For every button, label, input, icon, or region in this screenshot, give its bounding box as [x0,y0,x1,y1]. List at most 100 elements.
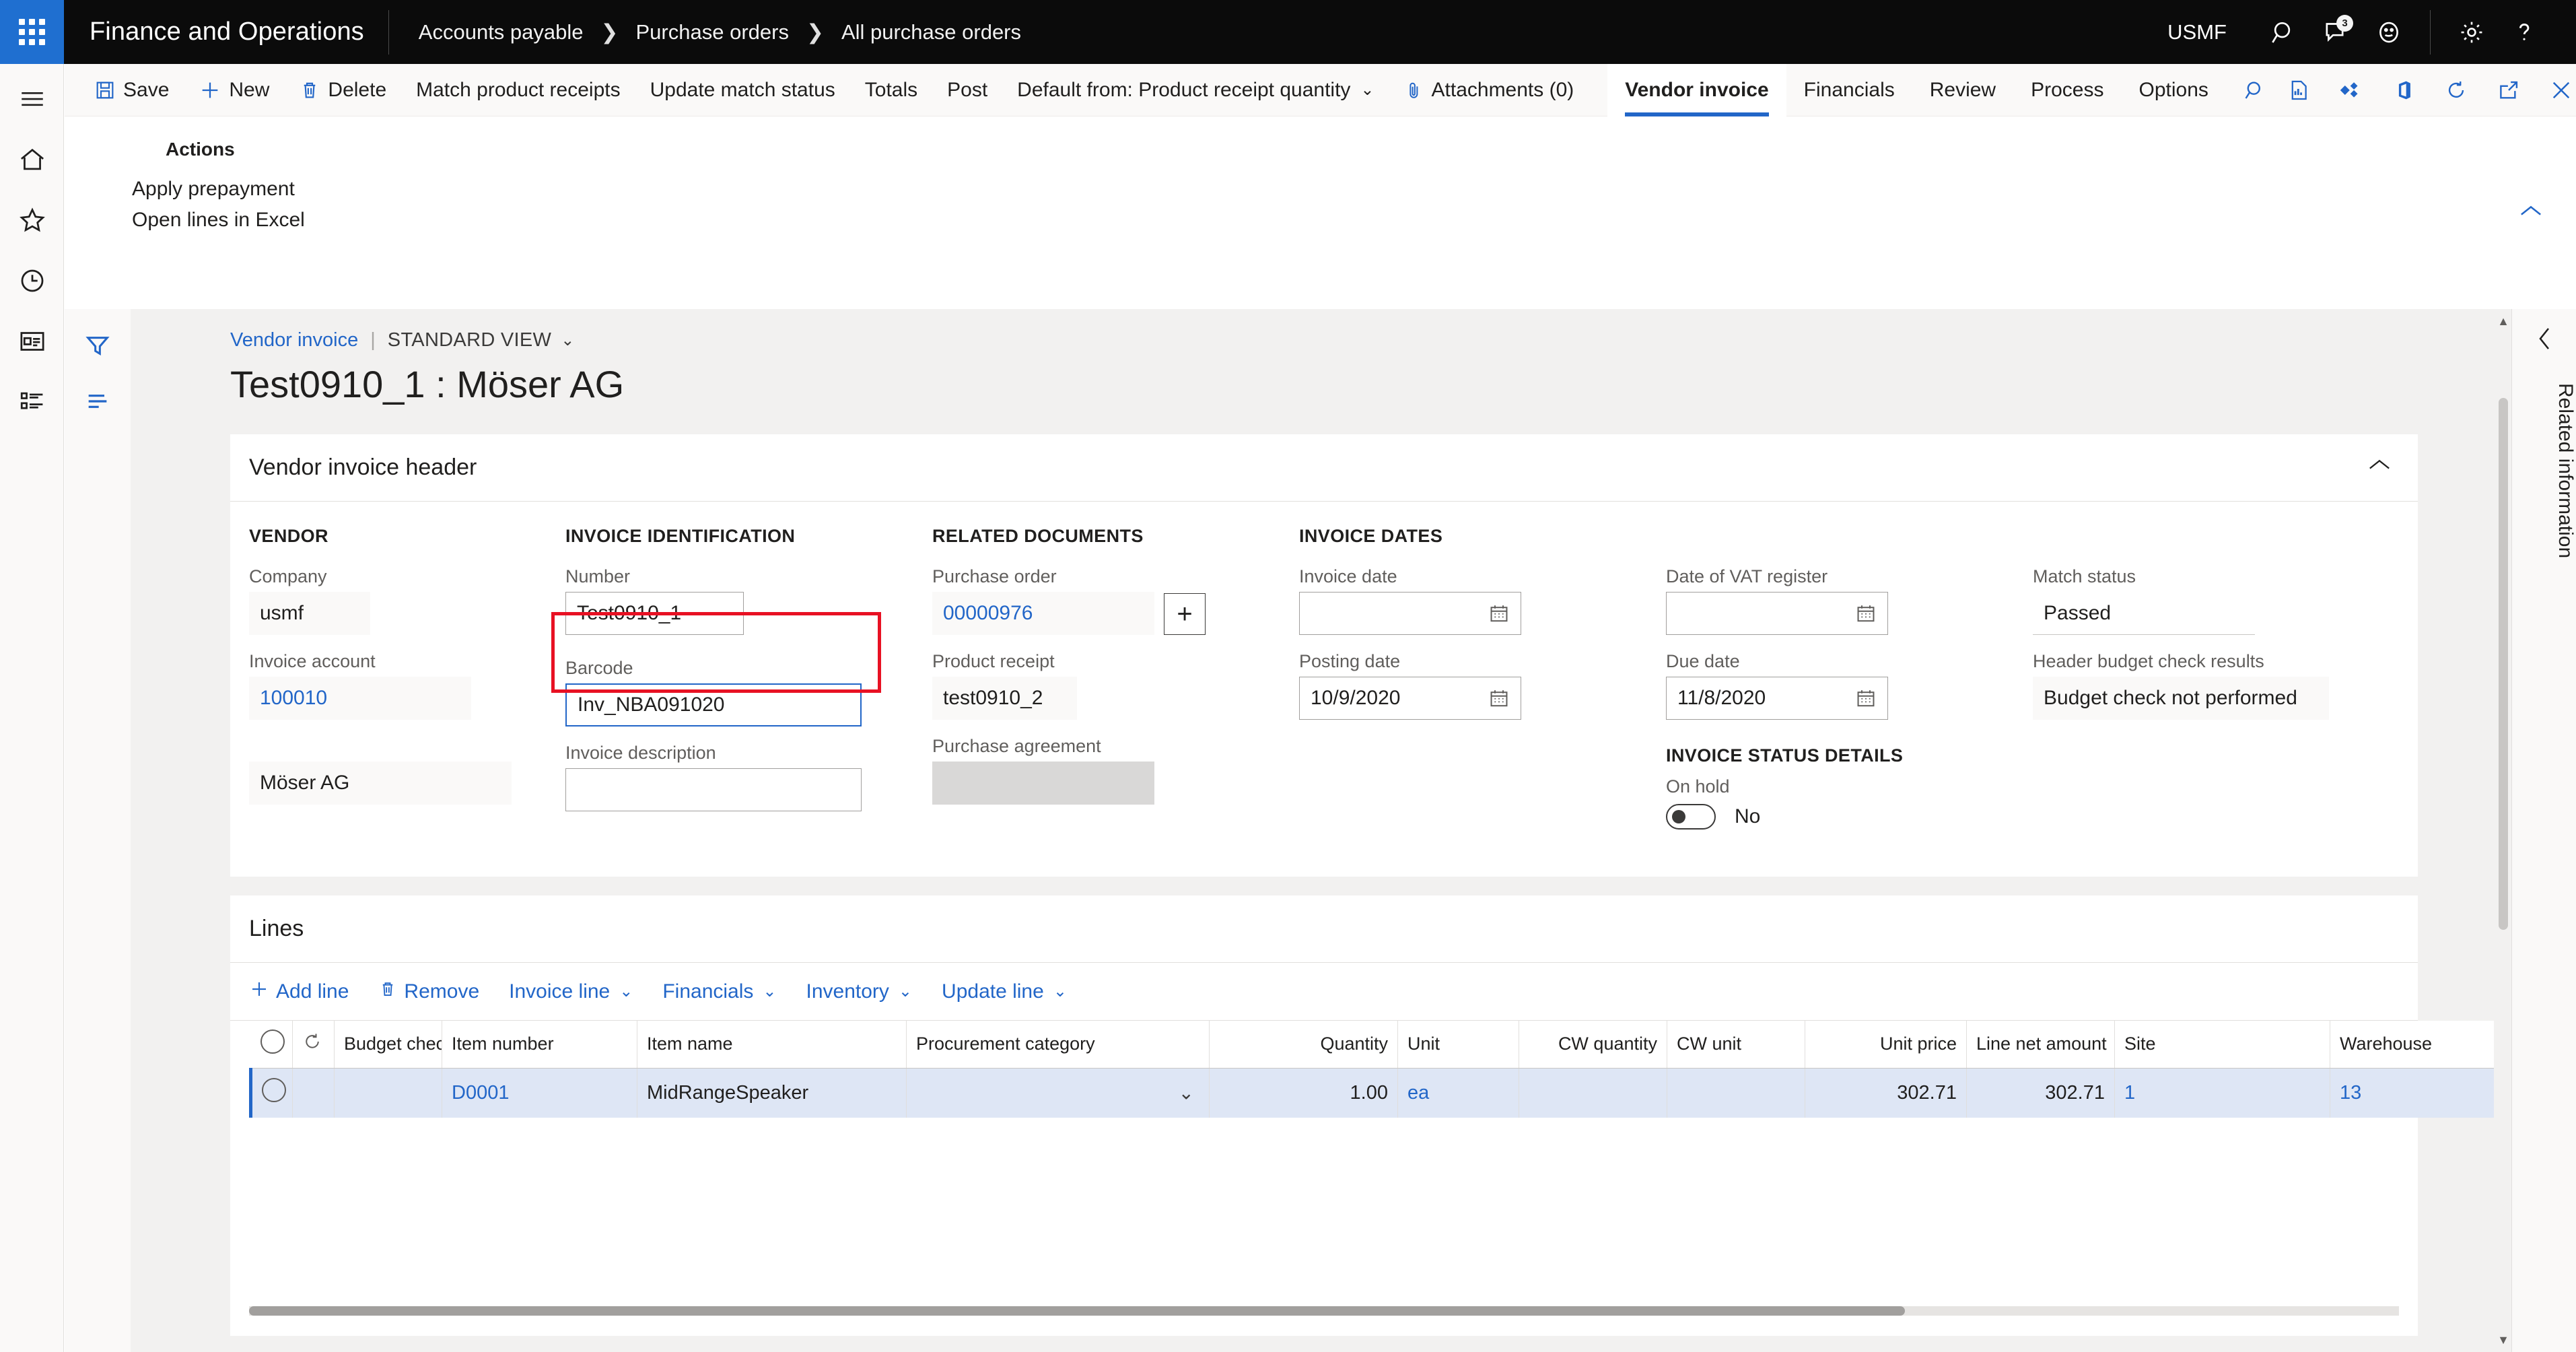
post-button[interactable]: Post [932,64,1002,116]
delete-button[interactable]: Delete [284,64,401,116]
company-value[interactable]: usmf [249,592,370,635]
expand-related-information-chevron-left-icon[interactable] [2512,309,2576,368]
invoice-description-input[interactable] [565,768,862,811]
col-cw-unit[interactable]: CW unit [1667,1021,1805,1069]
recent-clock-icon[interactable] [0,258,64,304]
company-selector[interactable]: USMF [2167,20,2227,44]
row-cw-unit-cell[interactable] [1667,1068,1805,1118]
inventory-menu[interactable]: Inventory ⌄ [792,963,928,1021]
tab-review[interactable]: Review [1912,64,2013,116]
invoice-date-input[interactable] [1299,592,1521,635]
col-item-name[interactable]: Item name [637,1021,907,1069]
scroll-up-arrow-icon[interactable]: ▲ [2494,312,2513,331]
col-item-number[interactable]: Item number [442,1021,637,1069]
col-unit-price[interactable]: Unit price [1805,1021,1967,1069]
barcode-input[interactable]: Inv_NBA091020 [565,683,862,726]
row-budget-check-cell[interactable] [334,1068,442,1118]
row-cw-quantity-cell[interactable] [1519,1068,1667,1118]
report-icon[interactable] [2278,64,2319,116]
refresh-icon[interactable] [2436,64,2476,116]
calendar-icon[interactable] [1855,603,1877,624]
lines-grid-horizontal-scrollbar[interactable] [249,1306,2399,1316]
match-status-value[interactable]: Passed [2033,592,2255,635]
default-from-dropdown[interactable]: Default from: Product receipt quantity ⌄ [1002,64,1389,116]
notifications-icon[interactable]: 3 [2310,0,2363,64]
row-item-name-cell[interactable]: MidRangeSpeaker [637,1068,907,1118]
posting-date-input[interactable]: 10/9/2020 [1299,677,1521,720]
modules-list-icon[interactable] [0,379,64,425]
tab-vendor-invoice[interactable]: Vendor invoice [1607,63,1786,116]
update-match-status-button[interactable]: Update match status [635,64,850,116]
tab-options[interactable]: Options [2121,64,2225,116]
number-input[interactable]: Test0910_1 [565,592,744,635]
home-icon[interactable] [0,137,64,182]
favorites-star-icon[interactable] [0,197,64,243]
collapse-actions-pane-chevron-up-icon[interactable] [2519,203,2542,222]
hamburger-menu-icon[interactable] [0,76,64,122]
lines-card-header[interactable]: Lines [230,895,2418,963]
breadcrumb-item-purchase-orders[interactable]: Purchase orders [636,20,789,44]
calendar-icon[interactable] [1488,603,1510,624]
commandbar-search-icon[interactable] [2243,64,2266,116]
update-line-menu[interactable]: Update line ⌄ [927,963,1082,1021]
on-hold-toggle[interactable] [1666,804,1716,830]
col-unit[interactable]: Unit [1397,1021,1519,1069]
view-selector[interactable]: STANDARD VIEW [388,329,551,351]
close-icon[interactable] [2541,64,2576,116]
due-date-input[interactable]: 11/8/2020 [1666,677,1888,720]
search-icon[interactable] [2258,0,2310,64]
related-information-label[interactable]: Related information [2512,383,2576,558]
row-unit-price-cell[interactable]: 302.71 [1805,1068,1967,1118]
vertical-scroll-thumb[interactable] [2499,398,2508,930]
open-in-new-icon[interactable] [2488,64,2529,116]
apply-prepayment-link[interactable]: Apply prepayment [132,178,295,201]
office-icon[interactable] [2383,64,2424,116]
scroll-down-arrow-icon[interactable]: ▼ [2494,1330,2513,1349]
select-all-radio[interactable] [260,1029,285,1054]
row-warehouse-cell[interactable]: 13 [2330,1068,2513,1118]
collapse-chevron-up-icon[interactable] [2368,457,2391,475]
row-quantity-cell[interactable]: 1.00 [1209,1068,1398,1118]
vendor-invoice-header-card-header[interactable]: Vendor invoice header [230,434,2418,502]
col-line-net-amount[interactable]: Line net amount [1966,1021,2115,1069]
open-lines-in-excel-link[interactable]: Open lines in Excel [132,209,305,232]
date-of-vat-register-input[interactable] [1666,592,1888,635]
page-vertical-scrollbar[interactable]: ▲ ▼ [2494,309,2513,1352]
breadcrumb-item-all-purchase-orders[interactable]: All purchase orders [841,20,1021,44]
table-row[interactable]: D0001 MidRangeSpeaker ⌄ 1.00 ea 302.71 3… [249,1068,2513,1118]
financials-menu[interactable]: Financials ⌄ [648,963,791,1021]
invoice-line-menu[interactable]: Invoice line ⌄ [494,963,648,1021]
col-site[interactable]: Site [2114,1021,2330,1069]
settings-icon[interactable] [2445,0,2498,64]
new-button[interactable]: New [184,64,284,116]
row-unit-cell[interactable]: ea [1397,1068,1519,1118]
totals-button[interactable]: Totals [850,64,932,116]
product-receipt-value[interactable]: test0910_2 [932,677,1077,720]
row-select-cell[interactable] [249,1068,293,1118]
chevron-down-icon[interactable]: ⌄ [561,331,574,350]
col-cw-quantity[interactable]: CW quantity [1519,1021,1667,1069]
col-quantity[interactable]: Quantity [1209,1021,1398,1069]
calendar-icon[interactable] [1855,687,1877,709]
page-breadcrumb-vendor-invoice[interactable]: Vendor invoice [230,329,358,351]
powerbi-icon[interactable] [2331,64,2371,116]
purchase-order-value[interactable]: 00000976 [932,592,1154,635]
help-icon[interactable] [2498,0,2550,64]
match-product-receipts-button[interactable]: Match product receipts [401,64,635,116]
chevron-down-icon[interactable]: ⌄ [1179,1082,1194,1104]
vendor-name-value[interactable]: Möser AG [249,762,512,805]
col-budget-check[interactable]: Budget check r... [334,1021,442,1069]
tab-process[interactable]: Process [2013,64,2121,116]
col-warehouse[interactable]: Warehouse [2330,1021,2513,1069]
sort-list-icon[interactable] [65,374,131,429]
row-site-cell[interactable]: 1 [2114,1068,2330,1118]
add-line-button[interactable]: Add line [249,963,363,1021]
waffle-icon[interactable] [0,0,64,64]
attachments-button[interactable]: Attachments (0) [1389,64,1589,116]
workspaces-icon[interactable] [0,318,64,364]
col-select-all[interactable] [250,1021,293,1069]
feedback-icon[interactable] [2363,0,2415,64]
invoice-account-value[interactable]: 100010 [249,677,471,720]
remove-line-button[interactable]: Remove [363,963,494,1021]
row-procurement-category-cell[interactable]: ⌄ [906,1068,1210,1118]
